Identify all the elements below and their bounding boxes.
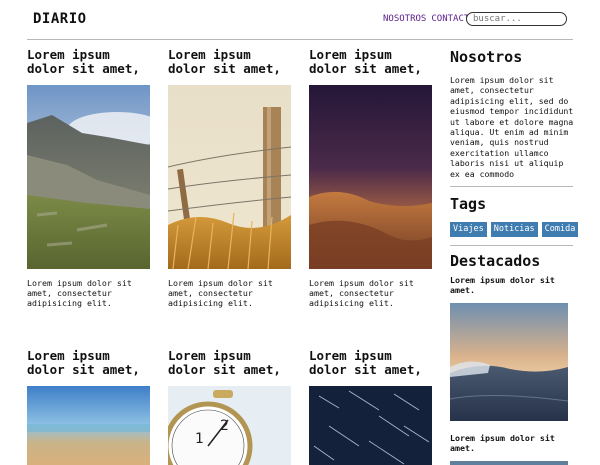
post-title[interactable]: Lorem ipsum dolor sit amet, [27,48,150,76]
post-title[interactable]: Lorem ipsum dolor sit amet, [309,48,432,76]
featured-title: Destacados [450,252,541,271]
search-input[interactable] [466,12,567,26]
star-trails-photo[interactable] [309,386,432,465]
tag-list: Viajes Noticias Comida [450,222,579,238]
about-text: Lorem ipsum dolor sit amet, consectetur … [450,75,574,179]
sidebar-divider [450,245,573,247]
post-card: Lorem ipsum dolor sit amet, Lorem ipsum … [309,48,432,308]
tags-title: Tags [450,195,487,214]
tag-noticias[interactable]: Noticias [490,222,538,238]
clock-photo[interactable]: 1 2 [168,386,291,465]
nav-link-nosotros[interactable]: NOSOTROS [383,14,426,24]
sea-sunset-photo[interactable] [450,303,568,422]
mountain-photo[interactable] [27,85,150,269]
featured-post-title[interactable]: Lorem ipsum dolor sit amet. [450,275,574,295]
svg-text:1: 1 [195,431,204,447]
post-title[interactable]: Lorem ipsum dolor sit amet, [168,349,291,377]
post-card: Lorem ipsum dolor sit amet, 1 2 [168,349,291,465]
post-card: Lorem ipsum dolor sit amet, [309,349,432,465]
post-title[interactable]: Lorem ipsum dolor sit amet, [168,48,291,76]
post-title[interactable]: Lorem ipsum dolor sit amet, [27,349,150,377]
desert-dusk-photo[interactable] [309,85,432,269]
fence-photo[interactable] [168,85,291,269]
post-excerpt: Lorem ipsum dolor sit amet, consectetur … [168,278,273,308]
post-excerpt: Lorem ipsum dolor sit amet, consectetur … [309,278,414,308]
post-card: Lorem ipsum dolor sit amet, Lorem ipsum … [168,48,291,308]
site-logo[interactable]: DIARIO [33,11,87,27]
featured-photo-2[interactable] [450,461,568,465]
post-title[interactable]: Lorem ipsum dolor sit amet, [309,349,432,377]
tag-viajes[interactable]: Viajes [450,222,487,238]
tag-comida[interactable]: Comida [541,222,579,238]
main-nav: NOSOTROS CONTACTO [383,14,475,24]
site-header: DIARIO NOSOTROS CONTACTO [0,0,600,40]
post-card: Lorem ipsum dolor sit amet, Lorem ipsum [27,48,150,308]
header-divider [27,39,573,40]
beach-photo[interactable] [27,386,150,465]
featured-post-title[interactable]: Lorem ipsum dolor sit amet. [450,433,574,453]
sidebar-divider [450,186,573,188]
sidebar: Nosotros Lorem ipsum dolor sit amet, con… [450,48,579,465]
post-card: Lorem ipsum dolor sit amet, [27,349,150,465]
post-excerpt: Lorem ipsum dolor sit amet, consectetur … [27,278,132,308]
about-title: Nosotros [450,48,523,66]
